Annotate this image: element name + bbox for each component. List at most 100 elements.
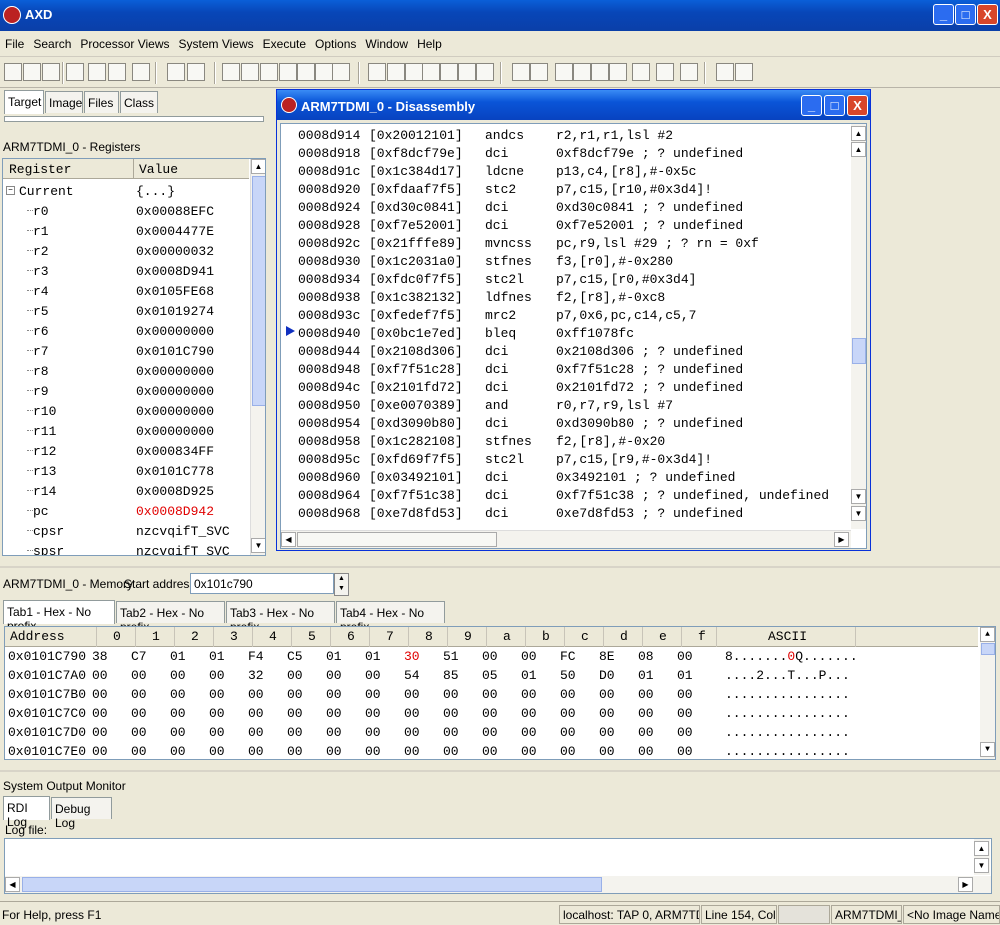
memory-row[interactable]: 0x0101C790 38 C7 01 01 F4 C5 01 01 30 51 00 00 FC 8E 08… bbox=[5, 648, 978, 667]
memory-byte[interactable]: 00 bbox=[482, 706, 498, 721]
memory-byte[interactable]: 00 bbox=[482, 649, 498, 664]
memory-byte[interactable]: 00 bbox=[170, 706, 186, 721]
disassembly-row[interactable]: 0008d918 [0xf8dcf79e] dci 0xf8dcf79e ; ? un… bbox=[281, 144, 846, 162]
disassembly-row[interactable]: 0008d914 [0x20012101] andcs r2,r1,r1,lsl #2 bbox=[281, 126, 846, 144]
disassembly-row[interactable]: 0008d930 [0x1c2031a0] stfnes f3,[r0],#-0x28… bbox=[281, 252, 846, 270]
disassembly-row[interactable]: 0008d928 [0xf7e52001] dci 0xf7e52001 ; ? un… bbox=[281, 216, 846, 234]
register-value[interactable]: 0x0008D925 bbox=[136, 484, 214, 499]
page-up-icon[interactable]: ▲ bbox=[851, 126, 866, 141]
memory-byte[interactable]: 00 bbox=[326, 744, 342, 759]
memory-byte[interactable]: 00 bbox=[443, 725, 459, 740]
memory-byte[interactable]: 00 bbox=[131, 744, 147, 759]
scroll-up-icon[interactable]: ▲ bbox=[251, 159, 265, 174]
register-row[interactable]: r10 0x00000000 bbox=[3, 401, 249, 421]
memory-row[interactable]: 0x0101C7C0 00 00 00 00 00 00 00 00 00 00 00 00 00 00 00… bbox=[5, 705, 978, 724]
context-help-icon[interactable] bbox=[735, 63, 753, 81]
memory-byte[interactable]: 00 bbox=[638, 744, 654, 759]
menu-options[interactable]: Options bbox=[310, 31, 360, 51]
memory-byte[interactable]: 00 bbox=[560, 725, 576, 740]
cut-icon[interactable] bbox=[88, 63, 106, 81]
target-view-icon[interactable] bbox=[222, 63, 240, 81]
disassembly-vscroll[interactable]: ▲ ▲ ▼ ▼ bbox=[851, 124, 866, 529]
register-value[interactable]: 0x00000032 bbox=[136, 244, 214, 259]
menu-processor-views[interactable]: Processor Views bbox=[75, 31, 173, 51]
disassembly-row[interactable]: 0008d92c [0x21fffe89] mvncss pc,r9,lsl #29 … bbox=[281, 234, 846, 252]
register-value[interactable]: 0x0105FE68 bbox=[136, 284, 214, 299]
log-output-area[interactable]: ▲ ▼ ◀ ▶ bbox=[4, 838, 992, 894]
tab-image[interactable]: Image bbox=[45, 91, 83, 113]
disassembly-row[interactable]: 0008d960 [0x03492101] dci 0x3492101 ; ? und… bbox=[281, 468, 846, 486]
memory-byte[interactable]: 00 bbox=[677, 687, 693, 702]
variables-view-icon[interactable] bbox=[260, 63, 278, 81]
register-value[interactable]: 0x00000000 bbox=[136, 364, 214, 379]
memory-byte[interactable]: 00 bbox=[92, 706, 108, 721]
memory-byte[interactable]: 38 bbox=[92, 649, 108, 664]
menu-system-views[interactable]: System Views bbox=[174, 31, 258, 51]
disassembly-row[interactable]: 0008d91c [0x1c384d17] ldcne p13,c4,[r8],#-0… bbox=[281, 162, 846, 180]
copy-icon[interactable] bbox=[108, 63, 126, 81]
registers-scrollbar[interactable]: ▲ ▼ bbox=[250, 159, 265, 555]
memory-byte[interactable]: 00 bbox=[131, 725, 147, 740]
memory-byte[interactable]: 00 bbox=[521, 744, 537, 759]
memory-byte[interactable]: 00 bbox=[677, 649, 693, 664]
memory-byte[interactable]: 51 bbox=[443, 649, 459, 664]
memory-byte[interactable]: 05 bbox=[482, 668, 498, 683]
memory-byte[interactable]: 00 bbox=[599, 725, 615, 740]
memory-tab-3[interactable]: Tab3 - Hex - No prefix bbox=[226, 601, 335, 634]
memory-byte[interactable]: 00 bbox=[599, 687, 615, 702]
find-icon[interactable] bbox=[167, 63, 185, 81]
hscroll-thumb[interactable] bbox=[297, 532, 497, 547]
step-in-icon[interactable] bbox=[555, 63, 573, 81]
memory-byte[interactable]: 85 bbox=[443, 668, 459, 683]
memory-byte[interactable]: 00 bbox=[482, 744, 498, 759]
low-level-symbols-icon[interactable] bbox=[440, 63, 458, 81]
memory-row[interactable]: 0x0101C7E0 00 00 00 00 00 00 00 00 00 00 00 00 00 00 00… bbox=[5, 743, 978, 759]
memory-byte[interactable]: 00 bbox=[404, 744, 420, 759]
find-next-icon[interactable] bbox=[187, 63, 205, 81]
register-value[interactable]: 0x00088EFC bbox=[136, 204, 214, 219]
memory-byte[interactable]: 00 bbox=[443, 706, 459, 721]
memory-byte[interactable]: 00 bbox=[404, 687, 420, 702]
memory-byte[interactable]: 01 bbox=[170, 649, 186, 664]
memory-byte[interactable]: 00 bbox=[170, 668, 186, 683]
load-image-icon[interactable] bbox=[4, 63, 22, 81]
memory-byte[interactable]: 00 bbox=[443, 744, 459, 759]
disassembly-row[interactable]: 0008d934 [0xfdc0f7f5] stc2l p7,c15,[r0,#0x3… bbox=[281, 270, 846, 288]
register-row[interactable]: r0 0x00088EFC bbox=[3, 201, 249, 221]
menu-window[interactable]: Window bbox=[360, 31, 412, 51]
disassembly-maximize-button[interactable]: □ bbox=[824, 95, 845, 116]
hscroll-thumb[interactable] bbox=[22, 877, 602, 892]
memory-byte[interactable]: 00 bbox=[131, 706, 147, 721]
close-button[interactable]: X bbox=[977, 4, 998, 25]
memory-view-icon[interactable] bbox=[297, 63, 315, 81]
register-row[interactable]: r6 0x00000000 bbox=[3, 321, 249, 341]
disassembly-row[interactable]: 0008d924 [0xd30c0841] dci 0xd30c0841 ; ? un… bbox=[281, 198, 846, 216]
memory-byte[interactable]: 00 bbox=[560, 744, 576, 759]
memory-byte[interactable]: 00 bbox=[287, 706, 303, 721]
disassembly-row[interactable]: 0008d968 [0xe7d8fd53] dci 0xe7d8fd53 ; ? un… bbox=[281, 504, 846, 522]
memory-byte[interactable]: 00 bbox=[209, 687, 225, 702]
memory-byte[interactable]: 00 bbox=[92, 668, 108, 683]
memory-byte[interactable]: 01 bbox=[326, 649, 342, 664]
memory-tab-2[interactable]: Tab2 - Hex - No prefix bbox=[116, 601, 225, 634]
register-value[interactable]: 0x00000000 bbox=[136, 424, 214, 439]
register-row[interactable]: r2 0x00000032 bbox=[3, 241, 249, 261]
register-row[interactable]: r11 0x00000000 bbox=[3, 421, 249, 441]
register-value[interactable]: 0x000834FF bbox=[136, 444, 214, 459]
register-row[interactable]: cpsr nzcvqifT_SVC bbox=[3, 521, 249, 541]
memory-byte[interactable]: 54 bbox=[404, 668, 420, 683]
scroll-thumb[interactable] bbox=[981, 643, 995, 655]
register-value[interactable]: 0x0004477E bbox=[136, 224, 214, 239]
system-registers-icon[interactable] bbox=[368, 63, 386, 81]
stop-icon[interactable] bbox=[530, 63, 548, 81]
scroll-down-icon[interactable]: ▼ bbox=[974, 858, 989, 873]
memory-byte[interactable]: 00 bbox=[404, 725, 420, 740]
memory-byte[interactable]: 01 bbox=[677, 668, 693, 683]
register-row[interactable]: − Current {...} bbox=[3, 181, 249, 201]
memory-byte[interactable]: 00 bbox=[677, 744, 693, 759]
disassembly-row[interactable]: 0008d938 [0x1c382132] ldfnes f2,[r8],#-0xc8 bbox=[281, 288, 846, 306]
memory-byte[interactable]: F4 bbox=[248, 649, 264, 664]
command-view-icon[interactable] bbox=[422, 63, 440, 81]
maximize-button[interactable]: □ bbox=[955, 4, 976, 25]
source-view-icon[interactable] bbox=[387, 63, 405, 81]
